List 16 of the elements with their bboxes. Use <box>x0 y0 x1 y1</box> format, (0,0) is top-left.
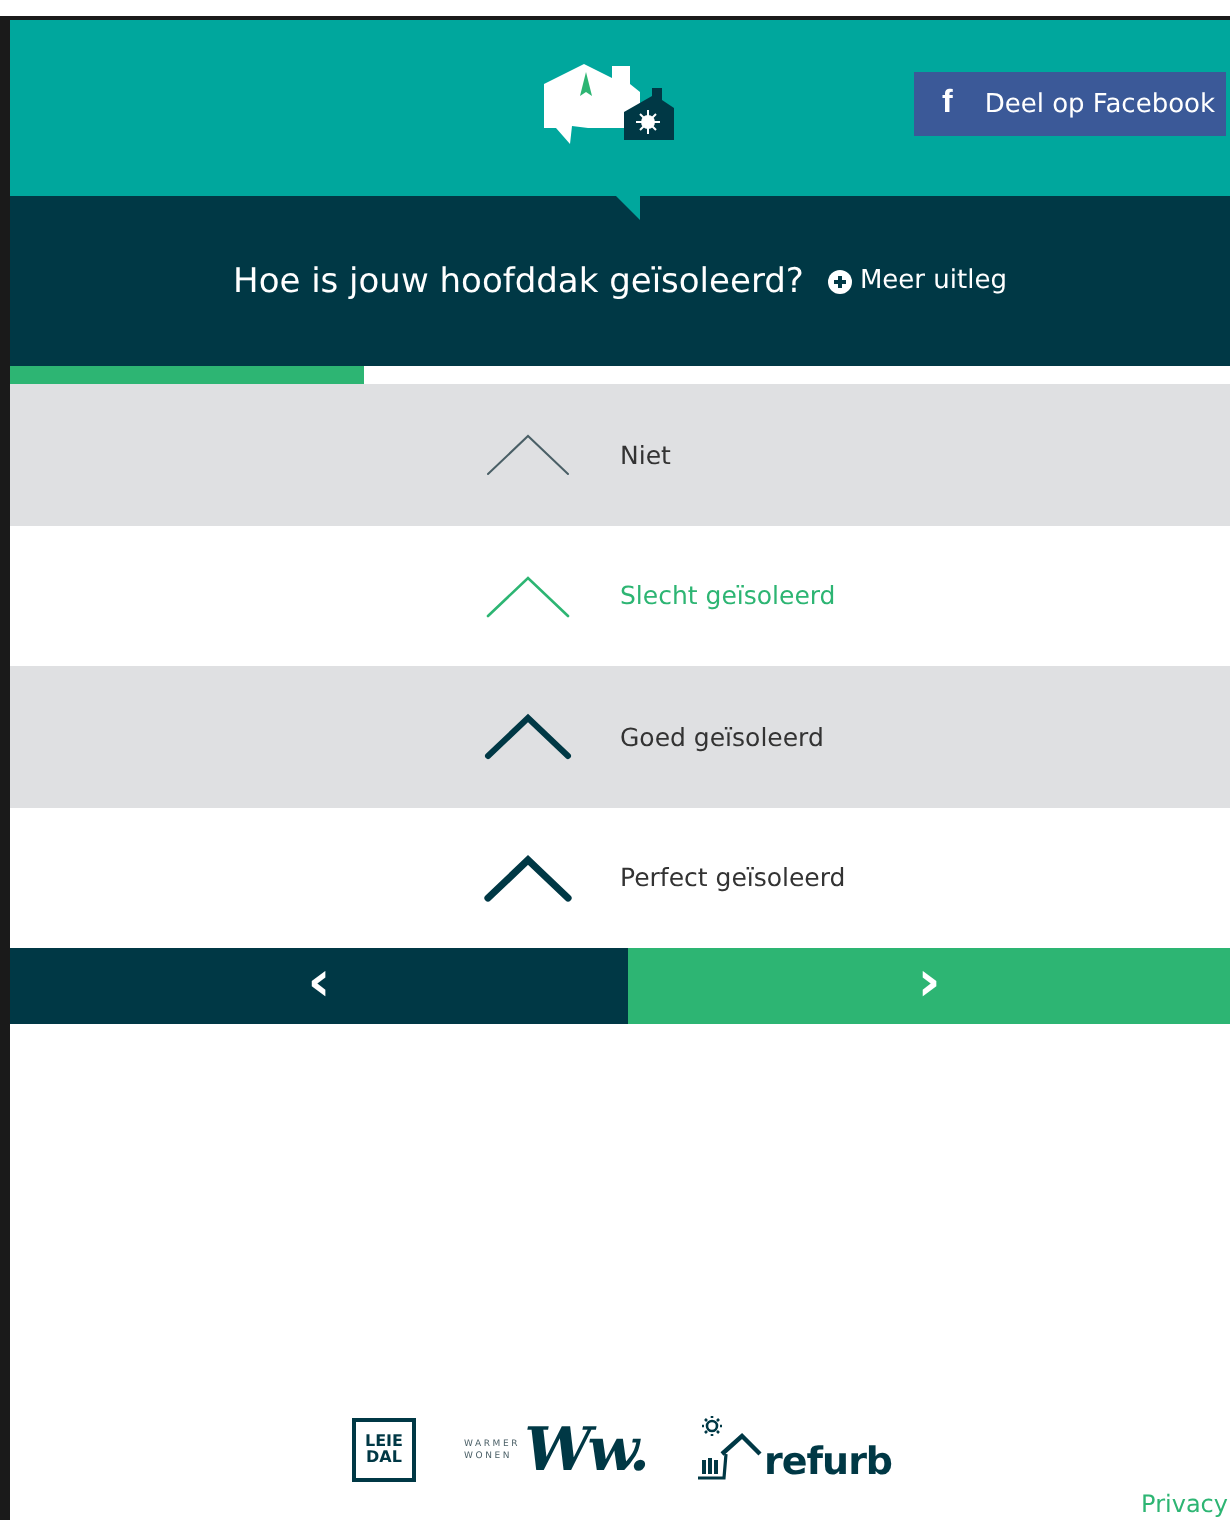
previous-button[interactable]: ‹ <box>10 948 628 1024</box>
facebook-share-button[interactable]: f Deel op Facebook <box>914 72 1226 136</box>
question-title: Hoe is jouw hoofddak geïsoleerd? <box>233 261 804 301</box>
house-sun-icon <box>694 1414 763 1482</box>
answer-option[interactable]: Niet <box>10 384 1230 525</box>
refurb-logo: refurb <box>764 1444 893 1482</box>
roof-icon <box>484 571 572 620</box>
warmer-wonen-logo: Ww. <box>524 1422 647 1482</box>
answer-option[interactable]: Goed geïsoleerd <box>10 666 1230 807</box>
plus-circle-icon <box>827 269 852 293</box>
leiedal-logo: LEIE DAL <box>352 1418 416 1482</box>
roof-icon <box>484 853 572 902</box>
facebook-icon: f <box>942 86 953 122</box>
roof-icon <box>484 712 572 761</box>
more-info-link[interactable]: Meer uitleg <box>827 266 1007 296</box>
roof-icon <box>484 430 572 479</box>
